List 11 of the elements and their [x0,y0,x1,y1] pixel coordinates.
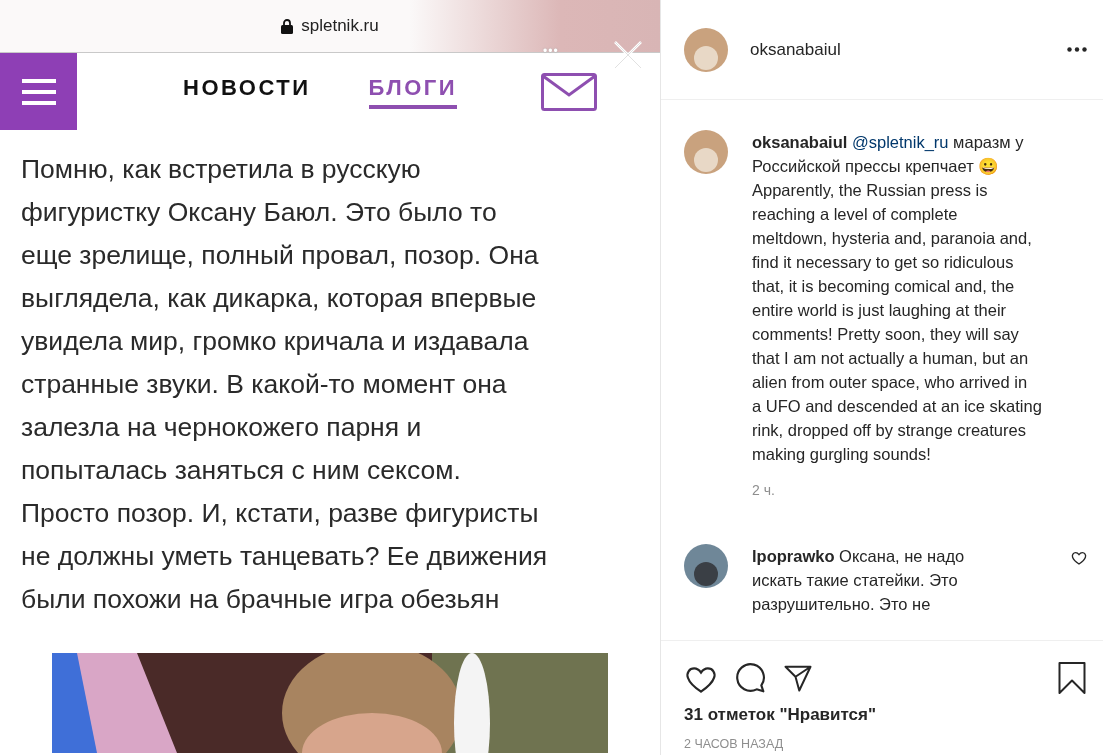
url-text[interactable]: spletnik.ru [301,16,379,36]
caption-text: oksanabaiul @spletnik_ru маразм у Российской прессы крепчает 😀 Apparently, the Russian press is reaching a level of complete meltdown, hysteria and, paranoia and, find it necessary to get so ridiculous that, it is becoming comical and, the entire world is just laughing at their comments! Pretty soon, they will say that I am not actually a human, but an alien from outer space, who arrived in a UFO and descended at an ice skating rink, dropped off by strange creatures making gurgling sounds! [752,132,1043,465]
username[interactable]: oksanabaiul [750,39,1067,60]
article-text: Помню, как встретила в русскую фигуристку Оксану Баюл. Это было то еще зрелище, полный провал, позор. Она выглядела, как дикарка, которая впервые увидела мир, громко кричала и издавала странные звуки. В какой-то момент она залезла на чернокожего парня и попыталась заняться с ним сексом. Просто позор. И, кстати, разве фигуристы не должны уметь танцевать? Ее движения были похожи на брачные игра обезьян [21,153,549,616]
posted-time: 2 ЧАСОВ НАЗАД [683,736,785,751]
post-time: 2 ч. [752,482,776,498]
nav-tab[interactable]: БЛОГИ [368,74,458,109]
likes-count[interactable]: 31 отметок "Нравится" [661,695,1103,725]
comment-text: lpoprawko Оксана, не надо искать такие статейки. Это разрушительно. Это не [752,546,966,615]
mention-link[interactable]: @spletnik_ru [851,133,949,151]
nav-tab[interactable]: НОВОСТИ [183,74,311,109]
